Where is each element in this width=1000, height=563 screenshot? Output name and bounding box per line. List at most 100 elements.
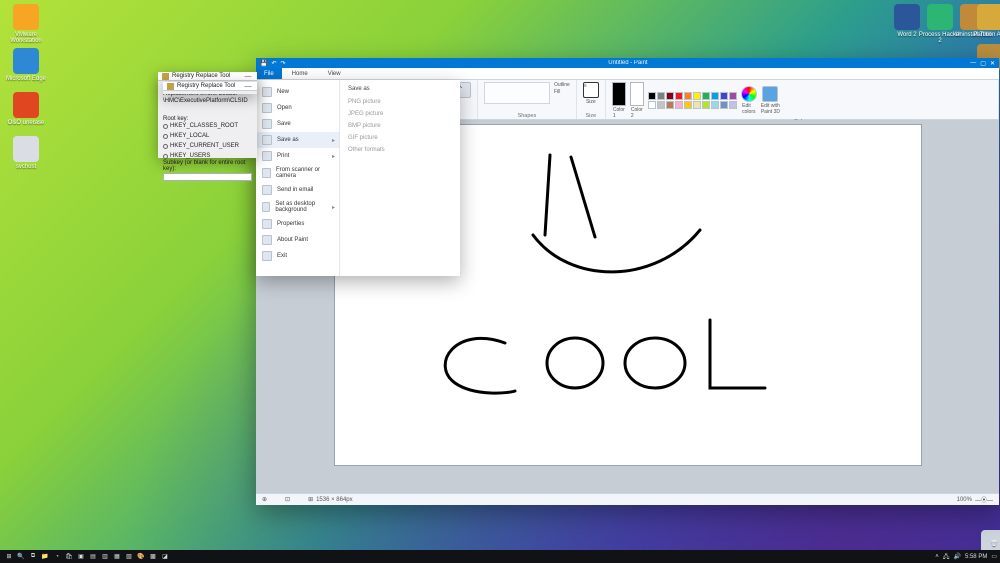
store-icon[interactable]: 🛍 bbox=[63, 551, 75, 562]
clock[interactable]: 5:58 PM bbox=[965, 554, 987, 560]
ribbon-size: ≡Size Size bbox=[577, 80, 606, 119]
app-icon[interactable]: ▩ bbox=[147, 551, 159, 562]
root-key-radio[interactable]: HKEY_LOCAL bbox=[163, 133, 209, 139]
tab-file[interactable]: File bbox=[256, 68, 282, 79]
file-menu-item[interactable]: Properties bbox=[256, 216, 339, 232]
color-swatch[interactable] bbox=[684, 92, 692, 100]
desktop-icon[interactable]: Partition A… bbox=[968, 4, 1000, 38]
taskview-icon[interactable]: ⧉ bbox=[27, 551, 39, 562]
file-menu-preview: Save as PNG picture JPEG picture BMP pic… bbox=[340, 80, 460, 276]
size-button[interactable]: ≡Size bbox=[583, 82, 599, 105]
color-swatch[interactable] bbox=[693, 92, 701, 100]
paint3d-button[interactable]: Edit with Paint 3D bbox=[761, 86, 780, 115]
paint-title: Untitled - Paint bbox=[290, 60, 967, 66]
root-key-radio[interactable]: HKEY_CLASSES_ROOT bbox=[163, 123, 238, 129]
shapes-gallery[interactable] bbox=[484, 82, 550, 104]
menu-item-icon bbox=[262, 135, 272, 145]
color-swatch[interactable] bbox=[729, 101, 737, 109]
desktop-icon[interactable]: Microsoft Edge bbox=[4, 48, 48, 82]
system-tray[interactable]: ˄ 🖧 🔊 5:58 PM ▭ bbox=[935, 552, 997, 562]
minimize-icon[interactable]: — bbox=[243, 73, 253, 80]
color-swatch[interactable] bbox=[702, 101, 710, 109]
search-icon[interactable]: 🔍 bbox=[15, 551, 27, 562]
color-swatch[interactable] bbox=[693, 101, 701, 109]
file-menu-item[interactable]: From scanner or camera bbox=[256, 164, 339, 182]
undo-icon[interactable]: ↶ bbox=[271, 60, 276, 67]
vscode-icon[interactable]: ▤ bbox=[87, 551, 99, 562]
redo-icon[interactable]: ↷ bbox=[281, 60, 286, 67]
file-menu-item[interactable]: About Paint bbox=[256, 232, 339, 248]
save-icon[interactable]: 💾 bbox=[260, 60, 267, 67]
color-swatch[interactable] bbox=[684, 101, 692, 109]
menu-item-icon bbox=[262, 119, 272, 129]
color-swatch[interactable] bbox=[666, 92, 674, 100]
maximize-icon[interactable]: ▢ bbox=[980, 60, 986, 67]
file-menu-item[interactable]: Print▸ bbox=[256, 148, 339, 164]
color-swatch[interactable] bbox=[729, 92, 737, 100]
status-size: ⊞1536 × 864px bbox=[308, 496, 353, 503]
ribbon-colors: Color 1 Color 2 Edit colors Edit with Pa… bbox=[606, 80, 999, 119]
outline-button[interactable]: Outline bbox=[554, 82, 570, 88]
file-menu-item[interactable]: Send in email bbox=[256, 182, 339, 198]
registry-titlebar[interactable]: Registry Replace Tool — bbox=[163, 82, 257, 91]
file-menu-item[interactable]: Save as▸ bbox=[256, 132, 339, 148]
file-menu-item[interactable]: Set as desktop background▸ bbox=[256, 198, 339, 216]
color-swatch[interactable] bbox=[666, 101, 674, 109]
color-swatch[interactable] bbox=[702, 92, 710, 100]
color-swatch[interactable] bbox=[657, 101, 665, 109]
subkey-input[interactable] bbox=[163, 173, 252, 181]
fill-button[interactable]: Fill bbox=[554, 89, 570, 95]
volume-icon[interactable]: 🔊 bbox=[953, 553, 960, 560]
color1-button[interactable]: Color 1 bbox=[612, 82, 626, 119]
explorer-icon[interactable]: 📁 bbox=[39, 551, 51, 562]
color-swatch[interactable] bbox=[720, 92, 728, 100]
file-menu-item[interactable]: Save bbox=[256, 116, 339, 132]
status-sel: ⊡ bbox=[285, 496, 290, 503]
tab-view[interactable]: View bbox=[318, 68, 351, 79]
color-swatch[interactable] bbox=[648, 101, 656, 109]
paint-titlebar[interactable]: 💾 ↶ ↷ Untitled - Paint — ▢ ✕ bbox=[256, 58, 999, 68]
color-swatch[interactable] bbox=[711, 92, 719, 100]
taskbar[interactable]: ⊞ 🔍 ⧉ 📁 ◔ 🛍 ▣ ▤ ▥ ▦ ▧ 🎨 ▩ ◪ ˄ 🖧 🔊 5:58 P… bbox=[0, 550, 1000, 563]
tray-chevron-icon[interactable]: ˄ bbox=[935, 554, 939, 560]
color2-button[interactable]: Color 2 bbox=[630, 82, 644, 119]
menu-item-icon bbox=[262, 235, 272, 245]
menu-item-icon bbox=[262, 168, 271, 178]
app-icon[interactable]: ▧ bbox=[123, 551, 135, 562]
desktop-icon[interactable]: O&O unerase bbox=[4, 92, 48, 126]
app-icon[interactable]: ◪ bbox=[159, 551, 171, 562]
file-menu-item[interactable]: Exit bbox=[256, 248, 339, 264]
tab-home[interactable]: Home bbox=[282, 68, 318, 79]
desktop-icon[interactable]: VMware Workstation bbox=[4, 4, 48, 44]
app-icon[interactable]: ▥ bbox=[99, 551, 111, 562]
status-zoom: 100%—⦿— bbox=[957, 495, 993, 504]
edge-icon[interactable]: ◔ bbox=[51, 551, 63, 562]
file-menu-item[interactable]: New bbox=[256, 84, 339, 100]
color-swatch[interactable] bbox=[657, 92, 665, 100]
color-palette[interactable] bbox=[648, 92, 737, 109]
color-swatch[interactable] bbox=[720, 101, 728, 109]
root-key-radio[interactable]: HKEY_CURRENT_USER bbox=[163, 143, 239, 149]
edit-colors-button[interactable]: Edit colors bbox=[741, 86, 757, 115]
notifications-icon[interactable]: ▭ bbox=[991, 553, 997, 560]
menu-item-icon bbox=[262, 185, 272, 195]
app-icon[interactable]: ▦ bbox=[111, 551, 123, 562]
registry-titlebar[interactable]: Registry Replace Tool — bbox=[158, 72, 257, 81]
root-key-radio[interactable]: HKEY_USERS bbox=[163, 153, 210, 159]
color-swatch[interactable] bbox=[675, 101, 683, 109]
start-button[interactable]: ⊞ bbox=[3, 551, 15, 562]
paint-taskbar-icon[interactable]: 🎨 bbox=[135, 551, 147, 562]
network-icon[interactable]: 🖧 bbox=[943, 552, 950, 562]
desktop-icon[interactable]: svchost bbox=[4, 136, 48, 170]
menu-item-icon bbox=[262, 251, 272, 261]
file-menu-item[interactable]: Open bbox=[256, 100, 339, 116]
color-swatch[interactable] bbox=[675, 92, 683, 100]
color-swatch[interactable] bbox=[711, 101, 719, 109]
close-icon[interactable]: ✕ bbox=[990, 60, 995, 67]
color-swatch[interactable] bbox=[648, 92, 656, 100]
minimize-icon[interactable]: — bbox=[970, 60, 976, 66]
minimize-icon[interactable]: — bbox=[243, 83, 253, 90]
paint-statusbar: ⊕ ⊡ ⊞1536 × 864px 100%—⦿— bbox=[256, 493, 999, 505]
terminal-icon[interactable]: ▣ bbox=[75, 551, 87, 562]
registry-title: Registry Replace Tool bbox=[172, 73, 230, 79]
